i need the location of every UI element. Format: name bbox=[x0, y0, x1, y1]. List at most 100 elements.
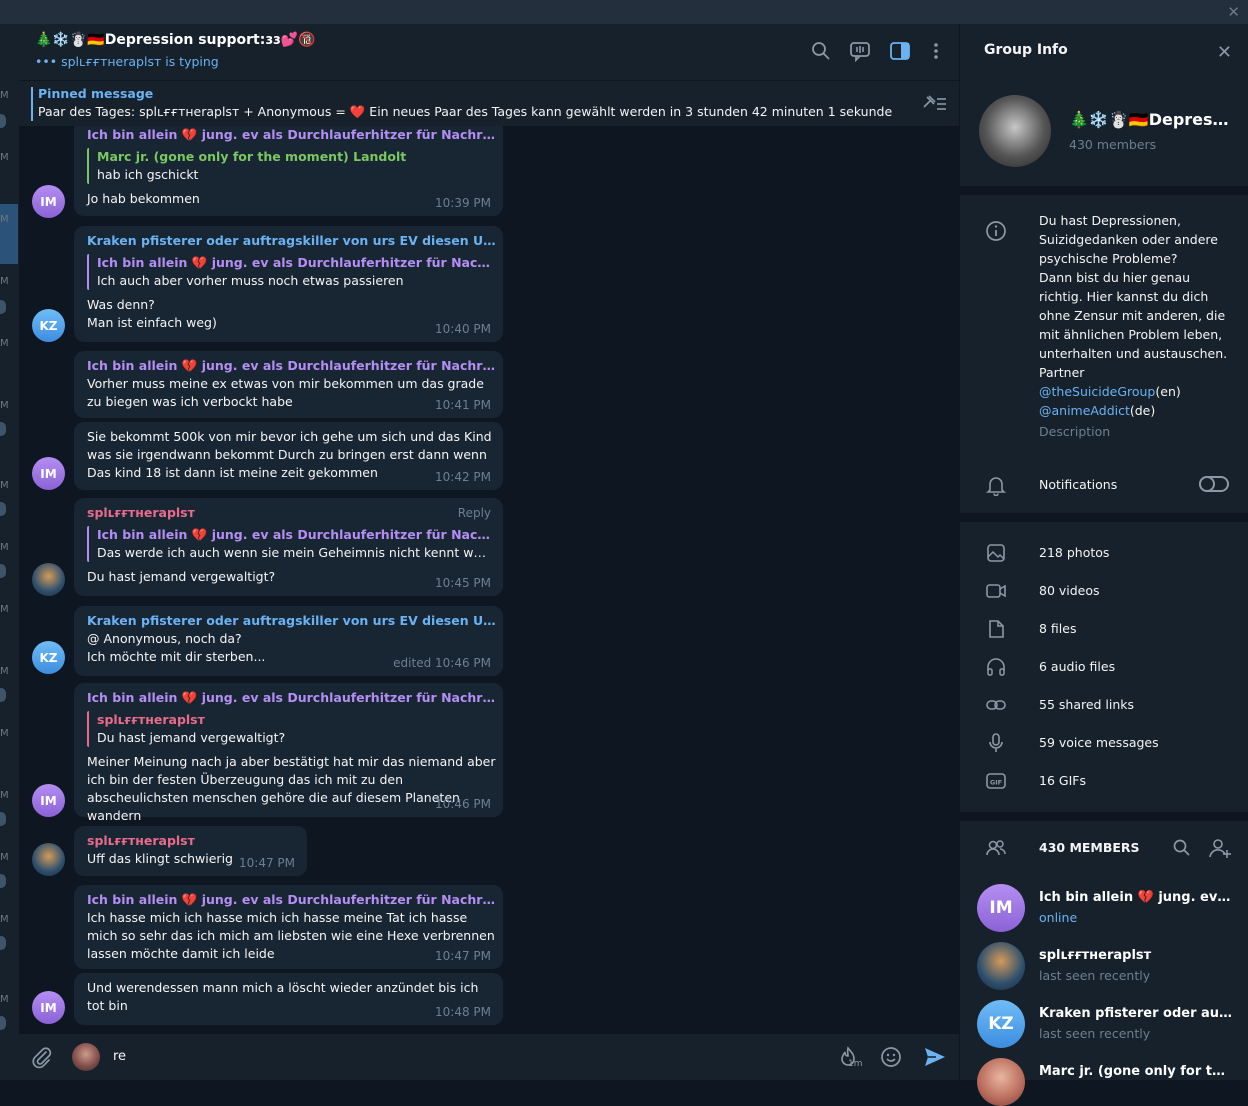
window-close-icon[interactable]: ✕ bbox=[1227, 3, 1240, 21]
message-bubble[interactable]: Und werendessen mann mich a löscht wiede… bbox=[74, 973, 503, 1025]
media-gifs[interactable]: 16 GIFs bbox=[1039, 773, 1086, 788]
message-time: 10:39 PM bbox=[435, 196, 491, 210]
media-photos[interactable]: 218 photos bbox=[1039, 545, 1109, 560]
sender-name[interactable]: Ich bin allein 💔 jung. ev als Durchlaufe… bbox=[87, 689, 497, 707]
avatar[interactable]: IM bbox=[32, 991, 65, 1024]
avatar[interactable] bbox=[32, 843, 65, 876]
avatar[interactable]: IM bbox=[32, 784, 65, 817]
message-time: 10:47 PM bbox=[435, 949, 491, 963]
avatar[interactable] bbox=[32, 563, 65, 596]
sender-name[interactable]: Ich bin allein 💔 jung. ev als Durchlaufe… bbox=[87, 891, 497, 909]
message-time: 10:47 PM bbox=[239, 856, 295, 870]
pinned-text: Paar des Tages: splʟғғᴛнeraplsт + Anonym… bbox=[38, 104, 893, 119]
message-bubble[interactable]: Kraken pfisterer oder auftragskiller von… bbox=[74, 606, 503, 676]
unread-badge bbox=[0, 688, 6, 702]
avatar[interactable]: IM bbox=[32, 185, 65, 218]
media-files[interactable]: 8 files bbox=[1039, 621, 1076, 636]
partner-link-1[interactable]: @theSuicideGroup bbox=[1039, 384, 1155, 399]
selected-chat-highlight[interactable] bbox=[0, 204, 18, 264]
partner-link-2[interactable]: @animeAddict bbox=[1039, 403, 1130, 418]
quote-text: Das werde ich auch wenn sie mein Geheimn… bbox=[97, 545, 491, 560]
sender-name[interactable]: Kraken pfisterer oder auftragskiller von… bbox=[87, 232, 497, 250]
quote-text: hab ich gschickt bbox=[97, 167, 199, 182]
unread-badge bbox=[0, 874, 6, 888]
members-icon bbox=[986, 840, 1006, 856]
close-icon[interactable]: ✕ bbox=[1217, 42, 1232, 63]
member-status: last seen recently bbox=[1039, 1026, 1151, 1041]
send-icon[interactable] bbox=[923, 1045, 947, 1069]
voice-chat-icon[interactable] bbox=[849, 40, 871, 62]
member-name[interactable]: Ich bin allein 💔 jung. ev als ... bbox=[1039, 890, 1234, 905]
unread-badge bbox=[0, 936, 6, 950]
group-info-panel: Group Info ✕ 🎄❄️☃️🇩🇪Depressi... 430 memb… bbox=[960, 24, 1248, 1106]
chat-header[interactable]: 🎄❄️☃️🇩🇪Depression support:ɜɜ💕🔞 ••• splʟғ… bbox=[19, 24, 959, 80]
group-description: Du hast Depressionen, Suizidgedanken ode… bbox=[1039, 213, 1228, 439]
sender-name[interactable]: Ich bin allein 💔 jung. ev als Durchlaufe… bbox=[87, 357, 497, 375]
member-name[interactable]: splʟғғᴛнeraplsт bbox=[1039, 948, 1234, 963]
message-bubble[interactable]: Ich bin allein 💔 jung. ev als Durchlaufe… bbox=[74, 351, 503, 418]
reply-quote[interactable]: Marc jr. (gone only for the moment) Land… bbox=[87, 148, 491, 184]
message-time: 10:48 PM bbox=[435, 1005, 491, 1019]
message-bubble[interactable]: Kraken pfisterer oder auftragskiller von… bbox=[74, 226, 503, 342]
chat-title[interactable]: 🎄❄️☃️🇩🇪Depression support:ɜɜ💕🔞 bbox=[35, 32, 315, 48]
member-avatar[interactable] bbox=[977, 1058, 1025, 1106]
attach-icon[interactable] bbox=[30, 1045, 54, 1069]
message-bubble[interactable]: Ich bin allein 💔 jung. ev als Durchlaufe… bbox=[74, 683, 503, 823]
avatar[interactable]: KZ bbox=[32, 309, 65, 342]
message-text: Sie bekommt 500k von mir bevor ich gehe … bbox=[87, 429, 492, 480]
message-composer[interactable]: re 1m bbox=[19, 1034, 959, 1080]
message-input[interactable]: re bbox=[113, 1049, 126, 1064]
search-members-icon[interactable] bbox=[1172, 838, 1192, 858]
member-avatar[interactable] bbox=[977, 942, 1025, 990]
unread-badge bbox=[0, 114, 6, 128]
sender-name[interactable]: Ich bin allein 💔 jung. ev als Durchlaufe… bbox=[87, 126, 497, 144]
pinned-title: Pinned message bbox=[38, 86, 154, 101]
message-list[interactable]: Ich bin allein 💔 jung. ev als Durchlaufe… bbox=[19, 126, 959, 1034]
add-member-icon[interactable] bbox=[1208, 837, 1232, 859]
send-as-avatar[interactable] bbox=[72, 1043, 100, 1071]
media-links[interactable]: 55 shared links bbox=[1039, 697, 1134, 712]
message-text: Meiner Meinung nach ja aber bestätigt ha… bbox=[87, 754, 496, 823]
reply-button[interactable]: Reply bbox=[458, 506, 491, 520]
info-icon bbox=[986, 221, 1006, 241]
member-avatar[interactable]: IM bbox=[977, 884, 1025, 932]
sender-name[interactable]: Kraken pfisterer oder auftragskiller von… bbox=[87, 612, 497, 630]
group-photo[interactable] bbox=[979, 95, 1051, 167]
emoji-icon[interactable] bbox=[879, 1045, 903, 1069]
message-bubble[interactable]: splʟғғᴛнeraplsт Reply Ich bin allein 💔 j… bbox=[74, 498, 503, 596]
quote-sender: splʟғғᴛнeraplsт bbox=[97, 712, 205, 727]
avatar[interactable]: KZ bbox=[32, 641, 65, 674]
video-icon bbox=[986, 584, 1006, 598]
quote-sender: Ich bin allein 💔 jung. ev als Durchlaufe… bbox=[97, 255, 491, 270]
member-avatar[interactable]: KZ bbox=[977, 1000, 1025, 1048]
timer-label: 1m bbox=[848, 1059, 863, 1069]
sender-name[interactable]: splʟғғᴛнeraplsт bbox=[87, 832, 287, 850]
reply-quote[interactable]: splʟғғᴛнeraplsт Du hast jemand vergewalt… bbox=[87, 711, 491, 747]
pinned-message-bar[interactable]: Pinned message Paar des Tages: splʟғғᴛнe… bbox=[19, 80, 959, 126]
reply-quote[interactable]: Ich bin allein 💔 jung. ev als Durchlaufe… bbox=[87, 254, 491, 290]
group-info-title: Group Info bbox=[984, 42, 1068, 58]
sender-name[interactable]: splʟғғᴛнeraplsт bbox=[87, 504, 447, 522]
notifications-label[interactable]: Notifications bbox=[1039, 477, 1117, 492]
media-voice[interactable]: 59 voice messages bbox=[1039, 735, 1159, 750]
description-label: Description bbox=[1039, 424, 1111, 439]
message-bubble[interactable]: Ich bin allein 💔 jung. ev als Durchlaufe… bbox=[74, 885, 503, 969]
more-icon[interactable] bbox=[925, 40, 947, 62]
member-name[interactable]: Marc jr. (gone only for the m... bbox=[1039, 1064, 1234, 1079]
pinned-list-icon[interactable] bbox=[921, 93, 947, 113]
notifications-toggle[interactable] bbox=[1199, 476, 1229, 492]
message-bubble[interactable]: splʟғғᴛнeraplsт Uff das klingt schwierig… bbox=[74, 826, 307, 876]
reply-quote[interactable]: Ich bin allein 💔 jung. ev als Durchlaufe… bbox=[87, 526, 491, 562]
avatar[interactable]: IM bbox=[32, 457, 65, 490]
member-name[interactable]: Kraken pfisterer oder auftrag... bbox=[1039, 1006, 1234, 1021]
media-videos[interactable]: 80 videos bbox=[1039, 583, 1100, 598]
media-audio[interactable]: 6 audio files bbox=[1039, 659, 1115, 674]
search-icon[interactable] bbox=[810, 40, 832, 62]
message-bubble[interactable]: Sie bekommt 500k von mir bevor ich gehe … bbox=[74, 422, 503, 490]
message-text: Was denn? Man ist einfach weg) bbox=[87, 297, 217, 330]
unread-badge bbox=[0, 300, 6, 314]
members-header: 430 MEMBERS bbox=[1039, 840, 1140, 855]
link-icon bbox=[986, 700, 1006, 710]
sidebar-toggle-icon[interactable] bbox=[889, 40, 911, 62]
message-bubble[interactable]: Ich bin allein 💔 jung. ev als Durchlaufe… bbox=[74, 126, 503, 216]
